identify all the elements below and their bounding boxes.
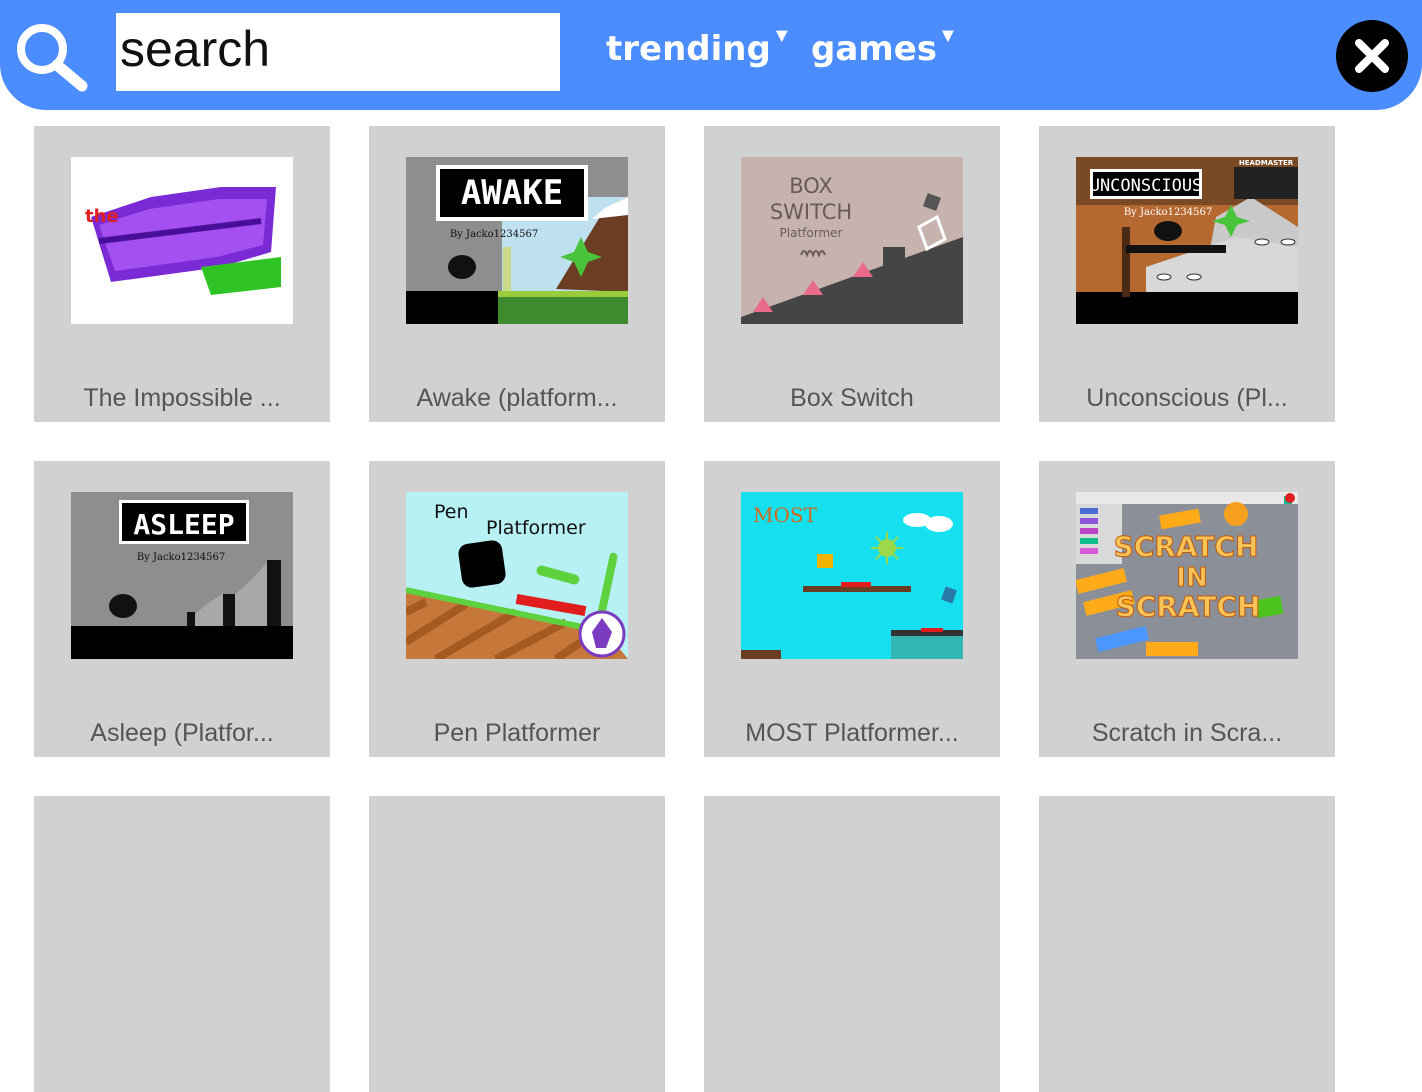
box-title-line3: Platformer bbox=[780, 226, 843, 240]
games-label: games bbox=[811, 29, 938, 69]
scratch-in-scratch-thumbnail: SCRATCH IN SCRATCH bbox=[1076, 492, 1298, 659]
most-title: MOST bbox=[753, 503, 818, 527]
project-card[interactable] bbox=[34, 796, 330, 1092]
games-dropdown[interactable]: games ▼ bbox=[811, 26, 958, 76]
scratch-title-line2: IN bbox=[1176, 563, 1207, 593]
awake-byline: By Jacko1234567 bbox=[450, 229, 538, 240]
project-thumbnail: the bbox=[71, 157, 293, 324]
project-card[interactable]: MOST MOST Platformer... bbox=[704, 461, 1000, 757]
project-thumbnail: MOST bbox=[741, 492, 963, 659]
asleep-thumbnail: ASLEEP By Jacko1234567 bbox=[71, 492, 293, 659]
project-thumbnail: ASLEEP By Jacko1234567 bbox=[71, 492, 293, 659]
box-title-line1: BOX bbox=[789, 174, 833, 198]
project-card[interactable]: AWAKE By Jacko1234567 Awake (platform... bbox=[369, 126, 665, 422]
box-switch-thumbnail: BOX SWITCH Platformer bbox=[741, 157, 963, 324]
awake-logo-text: AWAKE bbox=[461, 173, 563, 213]
box-title-line2: SWITCH bbox=[770, 200, 852, 224]
scratch-title-line3: SCRATCH bbox=[1116, 590, 1261, 623]
impossible-quiz-thumbnail: the bbox=[71, 157, 293, 324]
close-icon bbox=[1355, 39, 1389, 73]
project-title: Asleep (Platfor... bbox=[90, 719, 274, 747]
search-icon[interactable] bbox=[12, 20, 88, 92]
project-card[interactable]: BOX SWITCH Platformer Box Switch bbox=[704, 126, 1000, 422]
pen-platformer-thumbnail: Pen Platformer bbox=[406, 492, 628, 659]
trending-dropdown[interactable]: trending ▼ bbox=[606, 26, 792, 76]
svg-text:the: the bbox=[85, 206, 119, 227]
most-platformer-thumbnail: MOST bbox=[741, 492, 963, 659]
project-thumbnail: AWAKE By Jacko1234567 bbox=[406, 157, 628, 324]
awake-thumbnail: AWAKE By Jacko1234567 bbox=[406, 157, 628, 324]
project-title: The Impossible ... bbox=[83, 384, 281, 412]
search-input[interactable] bbox=[116, 13, 560, 91]
project-thumbnail: BOX SWITCH Platformer bbox=[741, 157, 963, 324]
project-thumbnail: UNCONSCIOUS By Jacko1234567 HEADMASTER bbox=[1076, 157, 1298, 324]
project-title: Pen Platformer bbox=[433, 719, 601, 747]
chevron-down-icon: ▼ bbox=[938, 25, 958, 47]
unconscious-byline: By Jacko1234567 bbox=[1124, 207, 1212, 218]
project-thumbnail: SCRATCH IN SCRATCH bbox=[1076, 492, 1298, 659]
chevron-down-icon: ▼ bbox=[771, 25, 792, 47]
unconscious-logo-text: UNCONSCIOUS bbox=[1090, 176, 1203, 196]
unconscious-thumbnail: UNCONSCIOUS By Jacko1234567 HEADMASTER bbox=[1076, 157, 1298, 324]
project-card[interactable] bbox=[1039, 796, 1335, 1092]
project-card[interactable] bbox=[704, 796, 1000, 1092]
project-card[interactable] bbox=[369, 796, 665, 1092]
pen-title-line2: Platformer bbox=[486, 517, 586, 539]
asleep-byline: By Jacko1234567 bbox=[137, 552, 225, 563]
project-title: Box Switch bbox=[790, 384, 914, 412]
project-grid: the The Impossible ... AWAKE By Jacko123… bbox=[0, 0, 1422, 1092]
asleep-logo-text: ASLEEP bbox=[133, 508, 234, 541]
project-card[interactable]: ASLEEP By Jacko1234567 Asleep (Platfor..… bbox=[34, 461, 330, 757]
pen-title-line1: Pen bbox=[434, 501, 469, 523]
close-button[interactable] bbox=[1336, 20, 1408, 92]
trending-label: trending bbox=[606, 29, 771, 69]
top-bar: trending ▼ games ▼ bbox=[0, 0, 1422, 110]
project-card[interactable]: the The Impossible ... bbox=[34, 126, 330, 422]
headmaster-label: HEADMASTER bbox=[1239, 159, 1294, 167]
project-card[interactable]: SCRATCH IN SCRATCH Scratch in Scra... bbox=[1039, 461, 1335, 757]
project-thumbnail: Pen Platformer bbox=[406, 492, 628, 659]
project-title: Scratch in Scra... bbox=[1091, 719, 1283, 747]
scratch-title-line1: SCRATCH bbox=[1114, 530, 1259, 563]
project-card[interactable]: Pen Platformer Pen Platformer bbox=[369, 461, 665, 757]
project-title: Awake (platform... bbox=[416, 384, 618, 412]
project-title: MOST Platformer... bbox=[745, 719, 959, 747]
project-title: Unconscious (Pl... bbox=[1086, 384, 1288, 412]
project-card[interactable]: UNCONSCIOUS By Jacko1234567 HEADMASTER U… bbox=[1039, 126, 1335, 422]
